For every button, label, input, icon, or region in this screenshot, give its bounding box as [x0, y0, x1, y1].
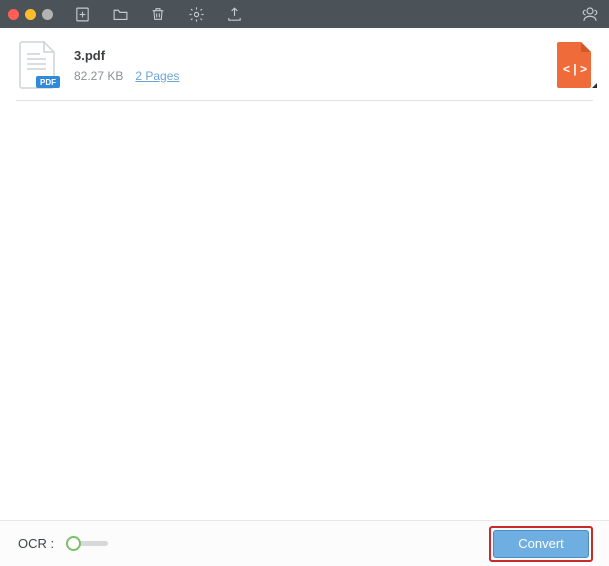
ocr-label: OCR : — [18, 536, 54, 551]
window-controls — [8, 9, 53, 20]
gear-icon[interactable] — [185, 3, 207, 25]
file-name: 3.pdf — [74, 48, 543, 63]
close-window-button[interactable] — [8, 9, 19, 20]
minimize-window-button[interactable] — [25, 9, 36, 20]
pdf-badge-text: PDF — [40, 78, 56, 87]
add-file-icon[interactable] — [71, 3, 93, 25]
support-icon[interactable] — [579, 3, 601, 25]
dropdown-indicator-icon — [592, 83, 597, 88]
file-list: PDF 3.pdf 82.27 KB 2 Pages < | > — [0, 28, 609, 520]
convert-highlight-box: Convert — [489, 526, 593, 562]
svg-text:< | >: < | > — [563, 62, 587, 76]
convert-button-label: Convert — [518, 536, 564, 551]
export-icon[interactable] — [223, 3, 245, 25]
output-format-button[interactable]: < | > — [557, 42, 593, 88]
maximize-window-button[interactable] — [42, 9, 53, 20]
bottom-bar: OCR : Convert — [0, 520, 609, 566]
file-pages-link[interactable]: 2 Pages — [135, 69, 179, 83]
pdf-file-icon: PDF — [16, 40, 60, 90]
file-meta: 3.pdf 82.27 KB 2 Pages — [74, 48, 543, 83]
file-row[interactable]: PDF 3.pdf 82.27 KB 2 Pages < | > — [16, 34, 593, 101]
titlebar — [0, 0, 609, 28]
file-size: 82.27 KB — [74, 69, 123, 83]
convert-button[interactable]: Convert — [493, 530, 589, 558]
ocr-toggle[interactable] — [66, 536, 112, 552]
folder-icon[interactable] — [109, 3, 131, 25]
trash-icon[interactable] — [147, 3, 169, 25]
